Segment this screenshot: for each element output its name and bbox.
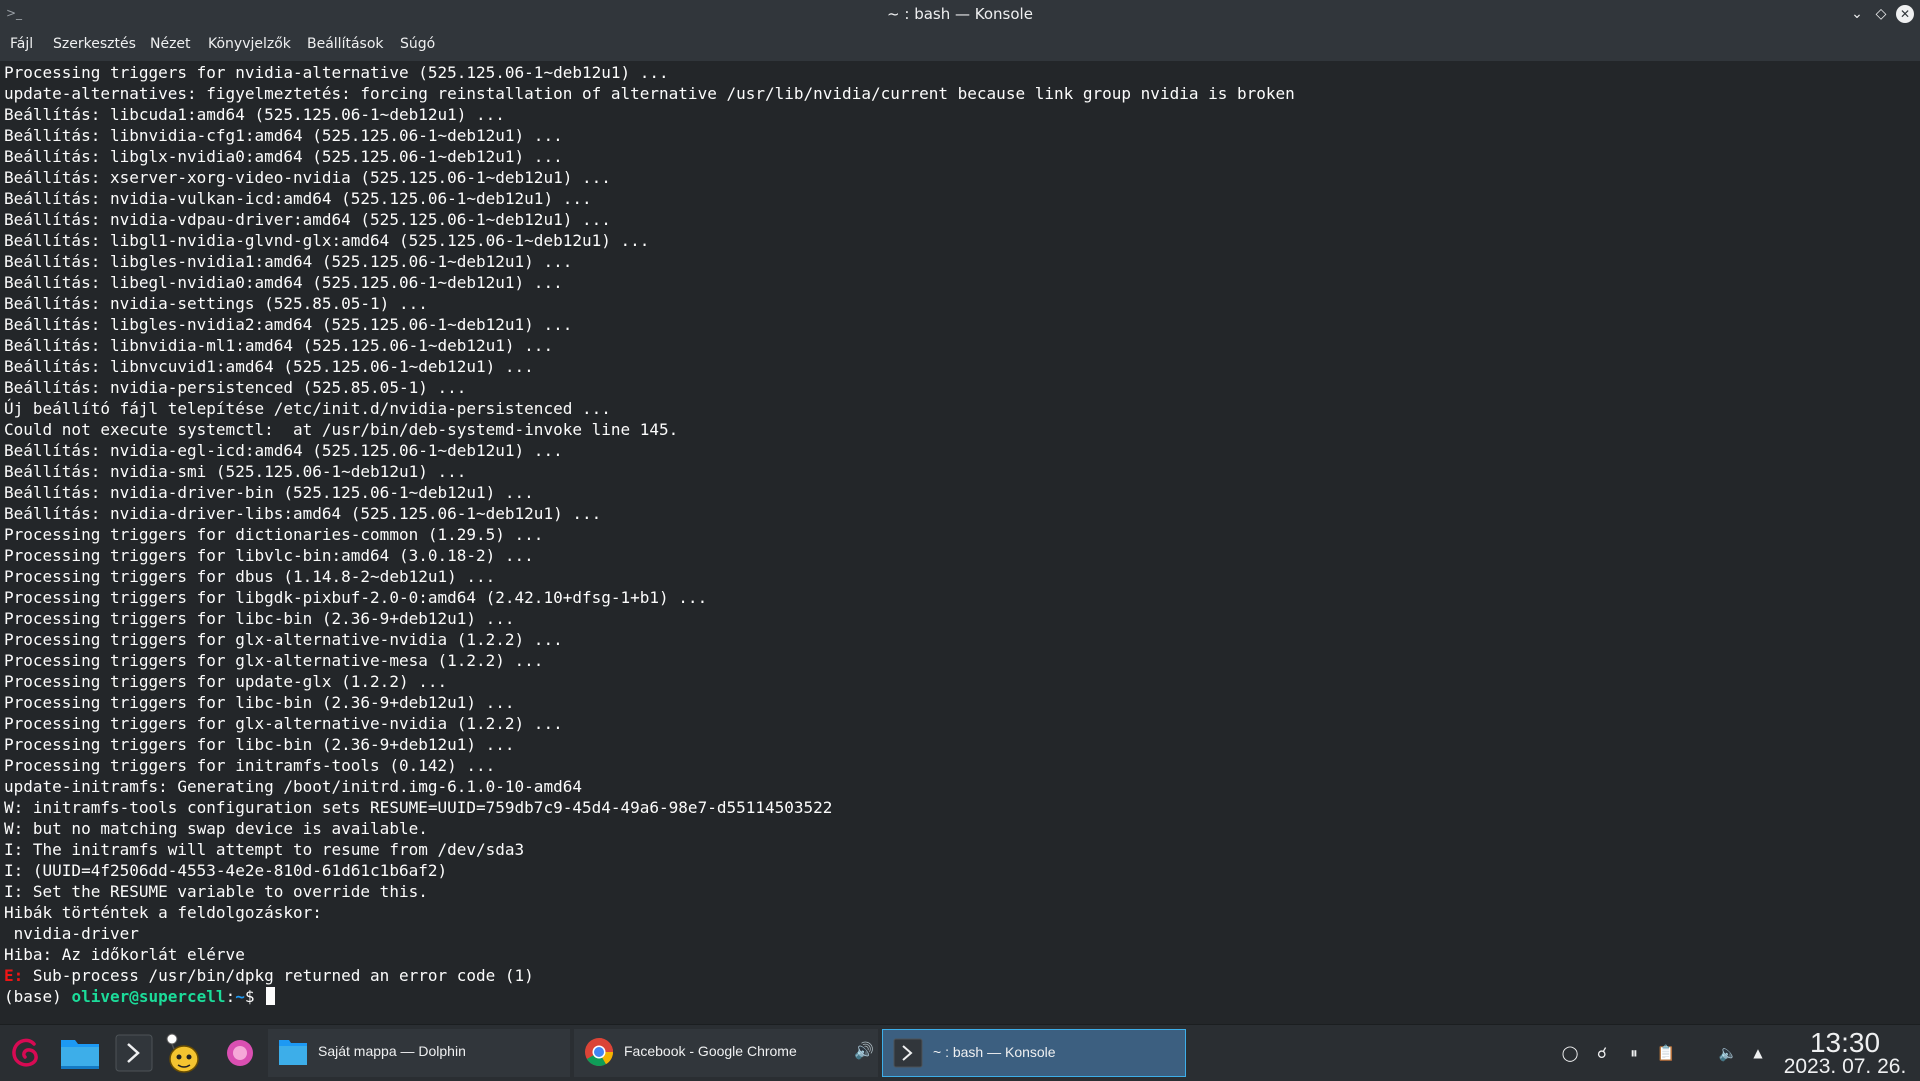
terminal-line: Processing triggers for nvidia-alternati…	[4, 63, 669, 82]
prompt-separator: :	[225, 987, 236, 1006]
application-launcher[interactable]	[4, 1031, 48, 1075]
terminal-line: I: (UUID=4f2506dd-4553-4e2e-810d-61d61c1…	[4, 861, 448, 880]
terminal-line: Processing triggers for dbus (1.14.8-2~d…	[4, 567, 496, 586]
terminal-line: W: but no matching swap device is availa…	[4, 819, 428, 838]
folder-icon	[61, 1040, 99, 1069]
task-label: Saját mappa — Dolphin	[318, 1043, 466, 1059]
terminal-line: Beállítás: libgl1-nvidia-glvnd-glx:amd64…	[4, 231, 650, 250]
mascot-icon	[166, 1033, 199, 1073]
folder-icon	[279, 1040, 307, 1065]
terminal-line: Processing triggers for update-glx (1.2.…	[4, 672, 448, 691]
file-manager-launcher[interactable]	[58, 1031, 102, 1075]
record-icon	[227, 1040, 253, 1066]
terminal-line: Beállítás: nvidia-vdpau-driver:amd64 (52…	[4, 210, 611, 229]
screen-recorder-launcher[interactable]	[218, 1031, 262, 1075]
clipboard-icon[interactable]: 📋	[1656, 1043, 1676, 1063]
terminal-line: Processing triggers for libc-bin (2.36-9…	[4, 735, 515, 754]
error-text: Sub-process /usr/bin/dpkg returned an er…	[23, 966, 534, 985]
terminal-line: update-alternatives: figyelmeztetés: for…	[4, 84, 1295, 103]
menu-settings[interactable]: Beállítások	[307, 29, 384, 61]
terminal-line: Beállítás: xserver-xorg-video-nvidia (52…	[4, 168, 611, 187]
terminal-output: Processing triggers for nvidia-alternati…	[4, 62, 1295, 1007]
maximize-button[interactable]: ◇	[1872, 5, 1890, 23]
task-chrome[interactable]: Facebook - Google Chrome 🔊	[574, 1029, 878, 1077]
debian-swirl-icon	[12, 1038, 38, 1067]
terminal-line: Processing triggers for dictionaries-com…	[4, 525, 544, 544]
task-konsole[interactable]: ~ : bash — Konsole	[882, 1029, 1186, 1077]
terminal-line: Beállítás: nvidia-persistenced (525.85.0…	[4, 378, 467, 397]
terminal-line: Beállítás: libegl-nvidia0:amd64 (525.125…	[4, 273, 563, 292]
task-label: ~ : bash — Konsole	[933, 1044, 1056, 1060]
terminal-line: Hiba: Az időkorlát elérve	[4, 945, 245, 964]
terminal-line: W: initramfs-tools configuration sets RE…	[4, 798, 833, 817]
terminal-line: nvidia-driver	[4, 924, 139, 943]
chrome-icon	[585, 1038, 613, 1066]
terminal-line: Processing triggers for initramfs-tools …	[4, 756, 496, 775]
accessibility-icon[interactable]: ◯	[1560, 1043, 1580, 1063]
tray-expand-icon[interactable]: ▲	[1748, 1043, 1768, 1063]
prompt-symbol: $	[244, 987, 265, 1006]
clock-date[interactable]: 2023. 07. 26.	[1770, 1055, 1920, 1079]
text-cursor	[266, 987, 276, 1005]
notifications-icon[interactable]: ☌	[1592, 1043, 1612, 1063]
terminal-line: Új beállító fájl telepítése /etc/init.d/…	[4, 399, 611, 418]
terminal-line: Beállítás: libnvidia-cfg1:amd64 (525.125…	[4, 126, 563, 145]
media-player-icon[interactable]: ⏸	[1624, 1043, 1644, 1063]
terminal-line: I: Set the RESUME variable to override t…	[4, 882, 428, 901]
error-prefix: E:	[4, 966, 24, 985]
terminal-line: Processing triggers for glx-alternative-…	[4, 630, 563, 649]
conda-env: (base)	[4, 987, 72, 1006]
minimize-button[interactable]: ⌄	[1848, 5, 1866, 23]
terminal-line: Beállítás: libnvidia-ml1:amd64 (525.125.…	[4, 336, 554, 355]
konsole-launcher[interactable]	[112, 1031, 156, 1075]
terminal-line: Could not execute systemctl: at /usr/bin…	[4, 420, 679, 439]
terminal-line: Processing triggers for libc-bin (2.36-9…	[4, 693, 515, 712]
kdeconnect-launcher[interactable]	[162, 1031, 206, 1075]
task-label: Facebook - Google Chrome	[624, 1043, 797, 1059]
terminal-line: Beállítás: nvidia-settings (525.85.05-1)…	[4, 294, 428, 313]
terminal-line: Beállítás: libcuda1:amd64 (525.125.06-1~…	[4, 105, 505, 124]
menu-view[interactable]: Nézet	[150, 29, 191, 61]
menu-bookmarks[interactable]: Könyvjelzők	[208, 29, 291, 61]
audio-playing-icon[interactable]: 🔊	[854, 1041, 874, 1060]
terminal-line: Beállítás: libgles-nvidia1:amd64 (525.12…	[4, 252, 573, 271]
terminal-line: Processing triggers for glx-alternative-…	[4, 651, 544, 670]
shell-prompt[interactable]: (base) oliver@supercell:~$	[4, 986, 1295, 1007]
taskbar: Saját mappa — Dolphin Facebook - Google …	[0, 1024, 1920, 1081]
terminal-line: Hibák történtek a feldolgozáskor:	[4, 903, 322, 922]
terminal-line: I: The initramfs will attempt to resume …	[4, 840, 525, 859]
menu-file[interactable]: Fájl	[10, 29, 33, 61]
terminal-icon	[115, 1034, 153, 1072]
terminal-line: Beállítás: nvidia-vulkan-icd:amd64 (525.…	[4, 189, 592, 208]
terminal-line: Processing triggers for libvlc-bin:amd64…	[4, 546, 534, 565]
terminal-icon	[893, 1038, 923, 1068]
terminal-line: Beállítás: nvidia-driver-bin (525.125.06…	[4, 483, 534, 502]
terminal-line: update-initramfs: Generating /boot/initr…	[4, 777, 582, 796]
terminal-line: Beállítás: libgles-nvidia2:amd64 (525.12…	[4, 315, 573, 334]
terminal-line: Beállítás: nvidia-smi (525.125.06-1~deb1…	[4, 462, 467, 481]
terminal-line: Beállítás: libnvcuvid1:amd64 (525.125.06…	[4, 357, 534, 376]
terminal-line: Beállítás: nvidia-egl-icd:amd64 (525.125…	[4, 441, 563, 460]
menu-help[interactable]: Súgó	[400, 29, 435, 61]
menu-edit[interactable]: Szerkesztés	[53, 29, 136, 61]
prompt-user-host: oliver@supercell	[71, 987, 226, 1006]
volume-icon[interactable]: 🔈	[1718, 1043, 1738, 1063]
terminal-view[interactable]: Processing triggers for nvidia-alternati…	[0, 62, 1920, 1078]
task-dolphin[interactable]: Saját mappa — Dolphin	[268, 1029, 570, 1077]
terminal-line: Beállítás: libglx-nvidia0:amd64 (525.125…	[4, 147, 563, 166]
window-titlebar[interactable]: >_ ~ : bash — Konsole ⌄ ◇ ✕	[0, 0, 1920, 29]
close-button[interactable]: ✕	[1896, 5, 1914, 23]
terminal-line: Processing triggers for libc-bin (2.36-9…	[4, 609, 515, 628]
terminal-line: Processing triggers for glx-alternative-…	[4, 714, 563, 733]
terminal-error-line: E: Sub-process /usr/bin/dpkg returned an…	[4, 965, 1295, 986]
menu-bar: Fájl Szerkesztés Nézet Könyvjelzők Beáll…	[0, 29, 1920, 62]
terminal-line: Processing triggers for libgdk-pixbuf-2.…	[4, 588, 708, 607]
terminal-line: Beállítás: nvidia-driver-libs:amd64 (525…	[4, 504, 602, 523]
prompt-path: ~	[235, 987, 245, 1006]
window-title: ~ : bash — Konsole	[887, 5, 1033, 23]
